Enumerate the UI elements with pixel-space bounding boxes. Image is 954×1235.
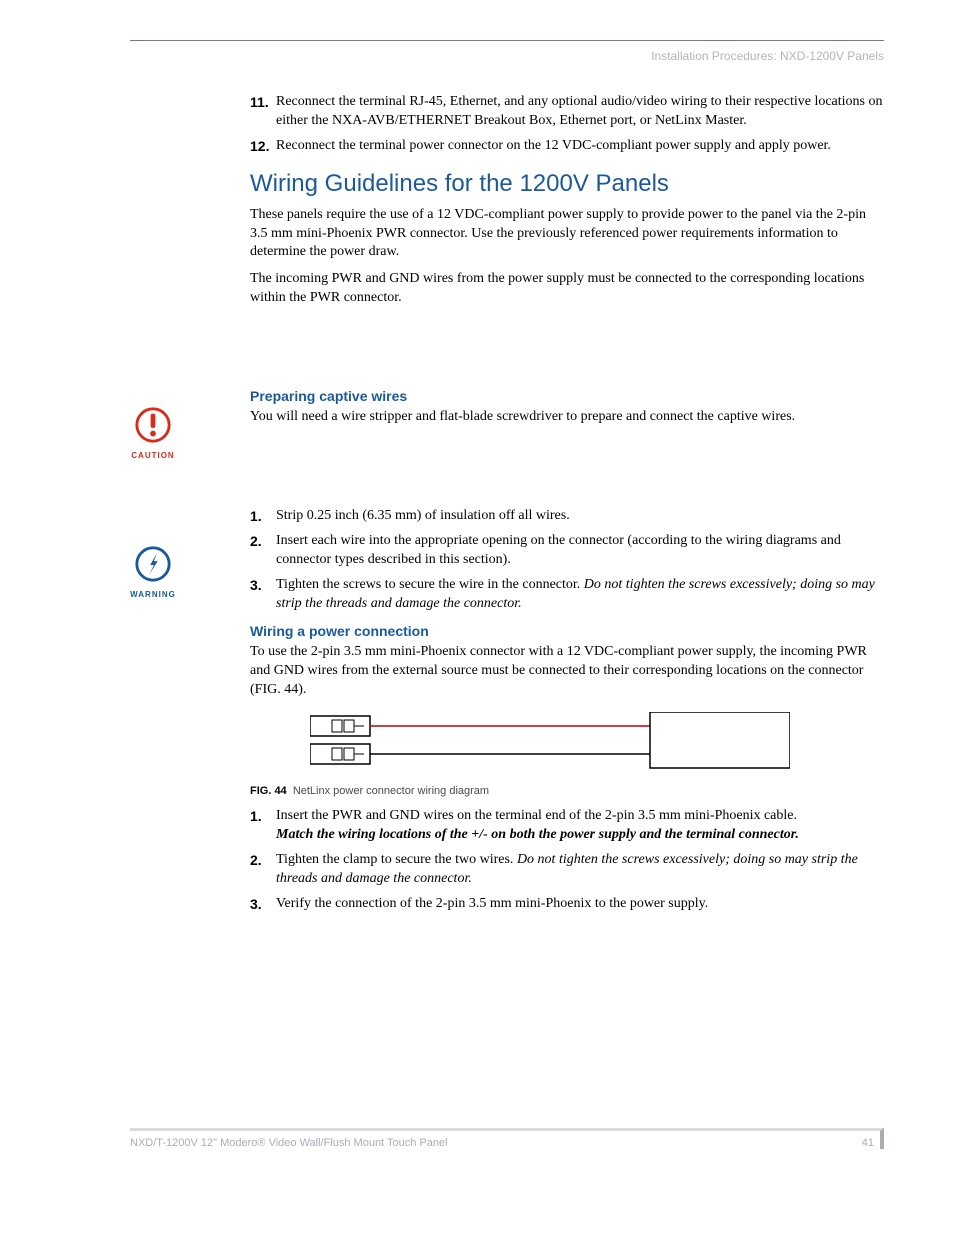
list-item: 3.Verify the connection of the 2-pin 3.5… [250, 895, 884, 914]
step-text: Insert each wire into the appropriate op… [276, 532, 884, 570]
step-text-strong-emphasis: Match the wiring locations of the +/- on… [276, 827, 799, 842]
prep-steps: 1.Strip 0.25 inch (6.35 mm) of insulatio… [250, 507, 884, 613]
prep-intro: You will need a wire stripper and flat-b… [250, 408, 884, 427]
step-text-plain: Tighten the clamp to secure the two wire… [276, 852, 517, 867]
step-num: 12. [250, 137, 276, 156]
list-item: 2.Insert each wire into the appropriate … [250, 532, 884, 570]
list-item: 3.Tighten the screws to secure the wire … [250, 576, 884, 614]
intro-paragraph: The incoming PWR and GND wires from the … [250, 270, 884, 308]
step-text: Tighten the clamp to secure the two wire… [276, 851, 884, 889]
top-divider [130, 40, 884, 41]
warning-label: WARNING [130, 590, 176, 599]
step-text: Reconnect the terminal power connector o… [276, 137, 884, 156]
intro-paragraph: These panels require the use of a 12 VDC… [250, 206, 884, 263]
subheading-preparing-wires: Preparing captive wires [250, 388, 884, 404]
step-num: 11. [250, 93, 276, 131]
step-num: 3. [250, 576, 276, 614]
step-num: 2. [250, 851, 276, 889]
step-num: 1. [250, 507, 276, 526]
figure-number: FIG. 44 [250, 785, 287, 797]
step-text: Insert the PWR and GND wires on the term… [276, 807, 884, 845]
section-heading-wiring-guidelines: Wiring Guidelines for the 1200V Panels [250, 170, 884, 198]
page-number: 41 [862, 1137, 874, 1149]
page-footer: NXD/T-1200V 12" Modero® Video Wall/Flush… [130, 1128, 884, 1149]
wiring-diagram [310, 712, 884, 777]
step-text: Tighten the screws to secure the wire in… [276, 576, 884, 614]
step-text: Verify the connection of the 2-pin 3.5 m… [276, 895, 884, 914]
caution-icon: CAUTION [130, 406, 176, 460]
step-num: 2. [250, 532, 276, 570]
preparing-section: Preparing captive wires You will need a … [250, 388, 884, 427]
list-item: 12.Reconnect the terminal power connecto… [250, 137, 884, 156]
list-item: 1.Strip 0.25 inch (6.35 mm) of insulatio… [250, 507, 884, 526]
continued-steps: 11.Reconnect the terminal RJ-45, Etherne… [250, 93, 884, 156]
warning-icon: WARNING [130, 545, 176, 599]
step-text: Reconnect the terminal RJ-45, Ethernet, … [276, 93, 884, 131]
prep-steps-section: 1.Strip 0.25 inch (6.35 mm) of insulatio… [250, 507, 884, 914]
footer-title: NXD/T-1200V 12" Modero® Video Wall/Flush… [130, 1137, 448, 1149]
caution-label: CAUTION [130, 451, 176, 460]
list-item: 11.Reconnect the terminal RJ-45, Etherne… [250, 93, 884, 131]
list-item: 1.Insert the PWR and GND wires on the te… [250, 807, 884, 845]
step-num: 3. [250, 895, 276, 914]
body-content: 11.Reconnect the terminal RJ-45, Etherne… [250, 93, 884, 308]
power-intro: To use the 2-pin 3.5 mm mini-Phoenix con… [250, 643, 884, 700]
step-text-plain: Tighten the screws to secure the wire in… [276, 577, 584, 592]
list-item: 2.Tighten the clamp to secure the two wi… [250, 851, 884, 889]
step-num: 1. [250, 807, 276, 845]
power-steps: 1.Insert the PWR and GND wires on the te… [250, 807, 884, 913]
subheading-wiring-power: Wiring a power connection [250, 623, 884, 639]
running-header: Installation Procedures: NXD-1200V Panel… [130, 49, 884, 63]
figure-caption: FIG. 44 NetLinx power connector wiring d… [250, 785, 884, 797]
step-text: Strip 0.25 inch (6.35 mm) of insulation … [276, 507, 884, 526]
figure-caption-text: NetLinx power connector wiring diagram [293, 785, 489, 797]
step-text-plain: Insert the PWR and GND wires on the term… [276, 808, 797, 823]
page: Installation Procedures: NXD-1200V Panel… [0, 0, 954, 1175]
